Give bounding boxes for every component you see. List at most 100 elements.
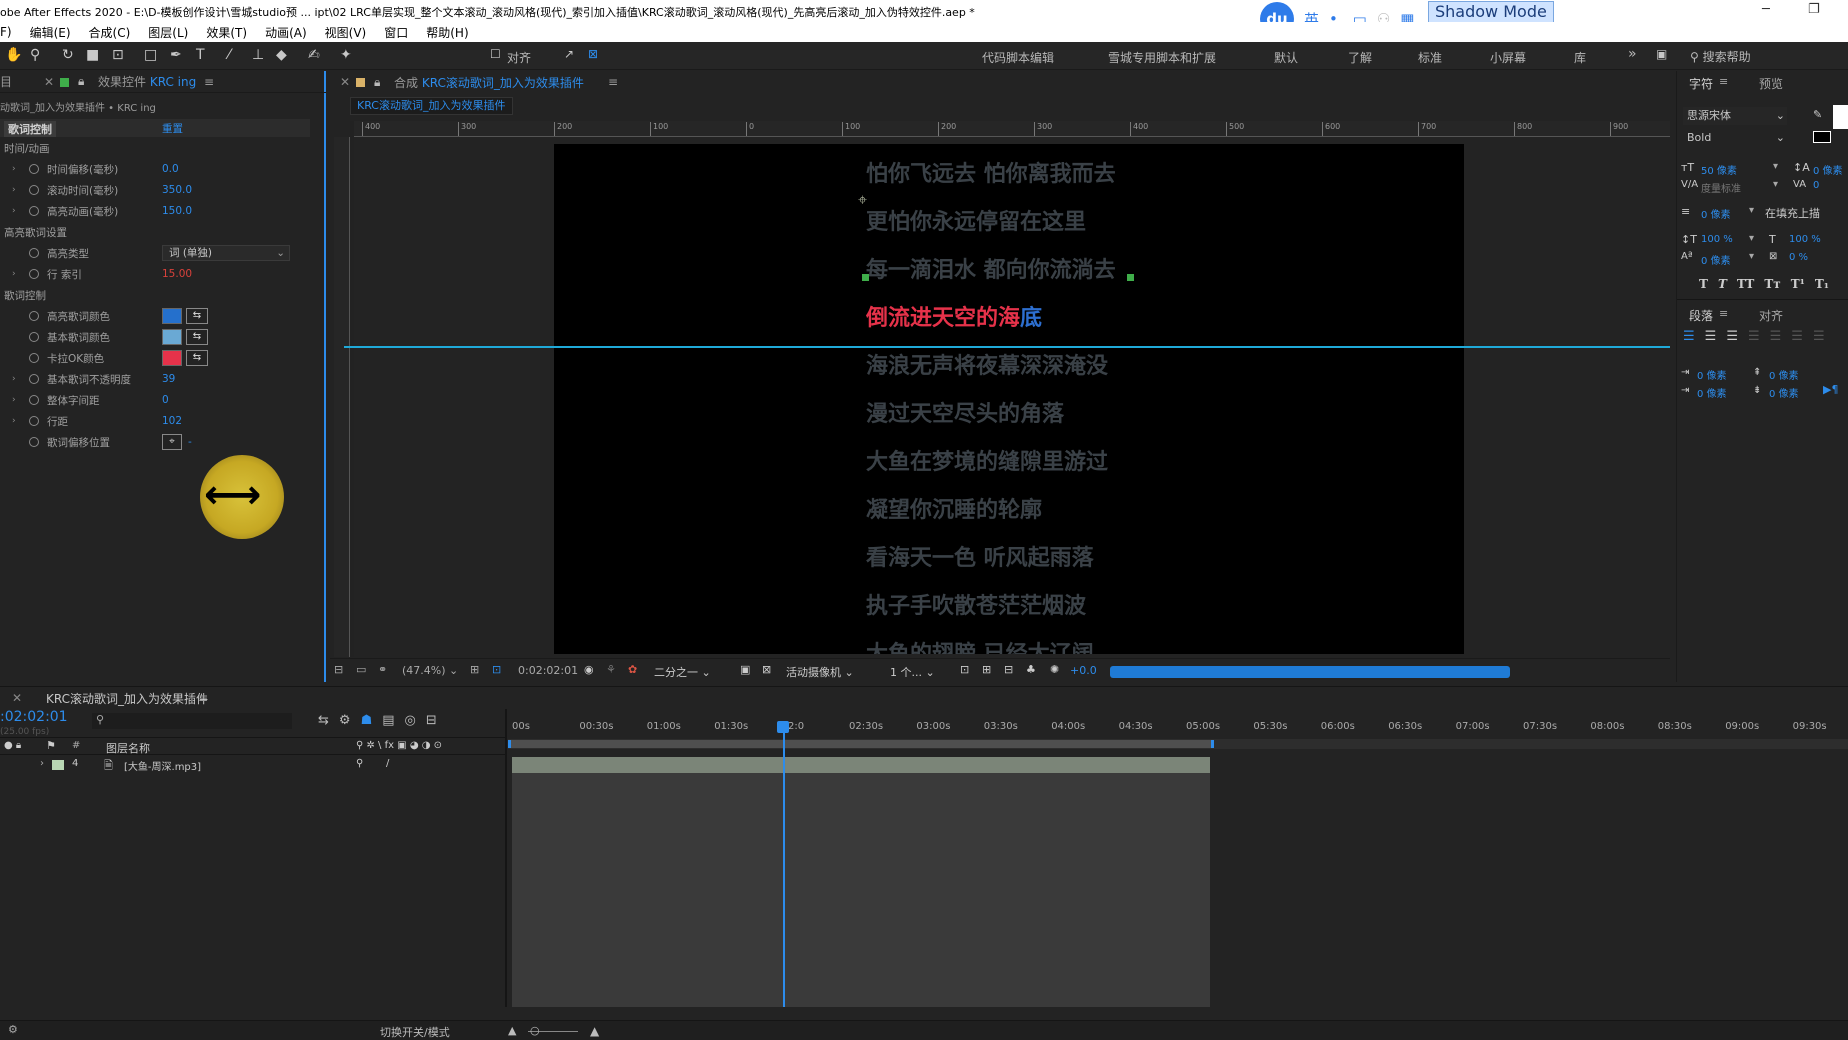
group-highlight-settings[interactable]: 高亮歌词设置 xyxy=(0,222,310,242)
panel-menu-icon[interactable]: ≡ xyxy=(608,75,618,89)
quality-switch-icon[interactable]: / xyxy=(386,758,389,769)
stroke-mode-select[interactable]: 在填充上描 xyxy=(1765,205,1820,221)
menu-help[interactable]: 帮助(H) xyxy=(417,24,477,41)
horizontal-guide[interactable] xyxy=(344,346,1670,348)
hand-tool-icon[interactable]: ✋ xyxy=(5,47,22,63)
workspace-options-icon[interactable]: ▣ xyxy=(1656,47,1667,61)
stopwatch-icon[interactable] xyxy=(29,248,39,258)
current-time-display[interactable]: 0:02:02:01 xyxy=(518,664,578,677)
zoom-slider-thumb[interactable]: ○ xyxy=(530,1024,540,1037)
menu-edit[interactable]: 编辑(E) xyxy=(21,24,80,41)
stopwatch-icon[interactable] xyxy=(29,164,39,174)
timeline-icon[interactable]: ⊟ xyxy=(1004,663,1013,676)
prop-value[interactable]: 0.0 xyxy=(162,163,179,175)
close-icon[interactable]: ✕ xyxy=(12,691,22,705)
render-stats-icon[interactable]: ⚙ xyxy=(8,1023,18,1036)
prop-highlight-type[interactable]: 高亮类型 词 (单独) ⌄ xyxy=(0,243,310,263)
flowchart-icon[interactable]: ♣ xyxy=(1026,663,1036,676)
panel-menu-icon[interactable]: ≡ xyxy=(1719,307,1728,320)
work-area-track[interactable] xyxy=(508,739,1848,749)
stopwatch-icon[interactable] xyxy=(29,185,39,195)
align-left-icon[interactable]: ☰ xyxy=(1683,329,1695,344)
menu-layer[interactable]: 图层(L) xyxy=(139,24,197,41)
lock-icon[interactable]: 🔒︎ xyxy=(374,75,380,90)
restore-button[interactable]: ❐ xyxy=(1808,2,1820,17)
search-help[interactable]: ⚲ 搜索帮助 xyxy=(1690,48,1751,65)
clone-stamp-tool-icon[interactable]: ⊥ xyxy=(252,47,264,63)
prop-value[interactable]: 0 xyxy=(162,394,169,406)
anchor-point-icon[interactable]: ⌖ xyxy=(858,190,867,210)
minimize-button[interactable]: ─ xyxy=(1762,2,1770,17)
font-size-value[interactable]: 50 像素 xyxy=(1701,162,1737,177)
puppet-tool-icon[interactable]: ✦ xyxy=(340,47,352,63)
chevron-down-icon[interactable]: ▾ xyxy=(1773,179,1778,190)
zoom-select[interactable]: (47.4%) ⌄ xyxy=(402,664,458,677)
views-select[interactable]: 1 个... ⌄ xyxy=(890,664,935,680)
stroke-width-value[interactable]: 0 像素 xyxy=(1701,206,1731,221)
chevron-down-icon[interactable]: ▾ xyxy=(1773,161,1778,172)
time-ruler[interactable]: 00s 00:30s 01:00s 01:30s 02:0 02:30s 03:00s 03:… xyxy=(508,721,1848,735)
project-tab-stub[interactable]: 目 xyxy=(0,73,12,90)
highlight-type-select[interactable]: 词 (单独) ⌄ xyxy=(162,245,290,261)
tab-paragraph[interactable]: 段落 xyxy=(1689,307,1713,324)
shy-switch-icon[interactable]: ⚲ xyxy=(356,758,363,769)
faux-bold-button[interactable]: T xyxy=(1699,277,1708,291)
tsume-value[interactable]: 0 % xyxy=(1789,252,1808,263)
toggle-switches-modes[interactable]: 切换开关/模式 xyxy=(380,1024,450,1040)
show-snapshot-icon[interactable]: ⚘ xyxy=(606,663,616,676)
motion-blur-icon[interactable]: ◎ xyxy=(405,713,416,728)
monitor-icon[interactable]: ▭ xyxy=(356,663,366,676)
prop-line-spacing[interactable]: › 行距 102 xyxy=(0,411,310,431)
eyedropper-icon[interactable]: ✎ xyxy=(1813,108,1822,121)
prop-lyrics-offset[interactable]: 歌词偏移位置 ⌖ - xyxy=(0,432,310,452)
layer-row[interactable]: › 4 🗎︎ [大鱼-周深.mp3] ⚲ / xyxy=(0,756,505,774)
small-caps-button[interactable]: Tт xyxy=(1764,277,1780,291)
close-icon[interactable]: ✕ xyxy=(44,75,54,89)
workspace-learn[interactable]: 了解 xyxy=(1348,49,1372,66)
fill-color-swatch[interactable] xyxy=(1833,105,1848,129)
crosshair-icon[interactable]: ⌖ xyxy=(162,434,182,450)
label-column-icon[interactable]: ⚑ xyxy=(46,739,56,752)
kerning-value[interactable]: 度量标准 xyxy=(1701,180,1741,195)
twirl-icon[interactable]: › xyxy=(12,206,16,216)
effect-row[interactable]: 歌词控制 重置 xyxy=(0,119,310,137)
panel-menu-icon[interactable]: ≡ xyxy=(204,75,214,89)
playhead-handle[interactable] xyxy=(776,721,789,733)
panel-menu-icon[interactable]: ≡ xyxy=(1719,75,1728,88)
superscript-button[interactable]: T¹ xyxy=(1791,277,1805,291)
bbox-handle[interactable] xyxy=(1127,274,1134,281)
snap-options-icon[interactable]: ⊠ xyxy=(588,47,598,61)
stroke-color-swatch[interactable] xyxy=(1813,131,1831,143)
leading-value[interactable]: 0 像素 xyxy=(1813,162,1843,177)
prop-value[interactable]: 39 xyxy=(162,373,175,385)
always-preview-icon[interactable]: ⊟ xyxy=(334,663,343,676)
stopwatch-icon[interactable] xyxy=(29,332,39,342)
prop-time-offset[interactable]: › 时间偏移(毫秒) 0.0 xyxy=(0,159,310,179)
stopwatch-icon[interactable] xyxy=(29,395,39,405)
menu-view[interactable]: 视图(V) xyxy=(316,24,376,41)
timeline-current-time[interactable]: :02:02:01 xyxy=(0,709,68,725)
eyedropper-icon[interactable]: ⇆ xyxy=(186,350,208,366)
color-swatch[interactable] xyxy=(162,329,182,345)
reset-exposure-icon[interactable]: ✺ xyxy=(1050,663,1059,676)
font-style-select[interactable]: Bold ⌄ xyxy=(1683,129,1787,147)
region-of-interest-icon[interactable]: ▣ xyxy=(740,663,750,676)
horizontal-scale-value[interactable]: 100 % xyxy=(1789,234,1821,245)
twirl-icon[interactable]: › xyxy=(12,185,16,195)
baseline-shift-value[interactable]: 0 像素 xyxy=(1701,252,1731,267)
space-before-value[interactable]: 0 像素 xyxy=(1769,367,1799,382)
composition-canvas[interactable]: 怕你飞远去 怕你离我而去 更怕你永远停留在这里 每一滴泪水 都向你流淌去 倒流进… xyxy=(554,144,1464,654)
group-time-animation[interactable]: 时间/动画 xyxy=(0,138,310,158)
playhead[interactable] xyxy=(776,721,789,1007)
zoom-tool-icon[interactable]: ⚲ xyxy=(30,47,40,63)
rotate-tool-icon[interactable]: ↻ xyxy=(62,47,74,63)
twirl-icon[interactable]: › xyxy=(12,416,16,426)
menu-composition[interactable]: 合成(C) xyxy=(80,24,140,41)
fast-preview-icon[interactable]: ⊞ xyxy=(982,663,991,676)
layer-label-color[interactable] xyxy=(52,760,64,770)
subscript-button[interactable]: T₁ xyxy=(1815,277,1829,291)
channel-icon[interactable]: ✿ xyxy=(628,663,637,676)
prop-value[interactable]: 15.00 xyxy=(162,268,192,280)
group-lyrics-control[interactable]: 歌词控制 xyxy=(0,285,310,305)
stopwatch-icon[interactable] xyxy=(29,269,39,279)
